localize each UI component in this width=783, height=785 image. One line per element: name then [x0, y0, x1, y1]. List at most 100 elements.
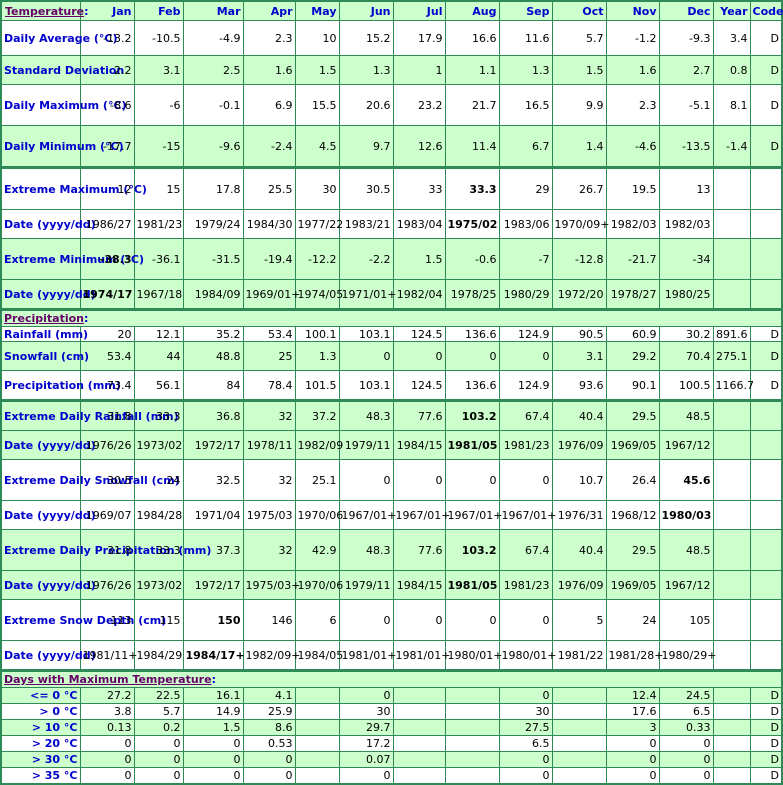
value-cell: -10.5 [133, 20, 184, 56]
value-cell: -34 [658, 238, 714, 280]
year-cell [712, 735, 751, 752]
value-cell: 33 [392, 166, 446, 210]
year-cell [712, 459, 751, 501]
value-cell: 23.2 [392, 84, 446, 126]
row-label: Standard Deviation [0, 55, 124, 85]
value-cell: -2.2 [338, 238, 394, 280]
value-cell: -9.6 [182, 125, 244, 168]
value-cell: 1 [392, 55, 446, 85]
year-cell [712, 430, 751, 460]
value-cell: 1982/04 [392, 279, 446, 310]
value-cell: 29 [498, 166, 553, 210]
value-cell: 0 [605, 767, 660, 785]
value-cell: 8.6 [242, 719, 296, 736]
value-cell: 1984/29 [133, 640, 184, 671]
value-cell: 1983/06 [498, 209, 553, 239]
value-cell [551, 767, 607, 785]
value-cell: 3.1 [551, 341, 607, 371]
row-label: Daily Average (°C) [0, 20, 118, 56]
year-cell [712, 209, 751, 239]
value-cell: 1.4 [551, 125, 607, 168]
value-cell: 124.9 [498, 326, 553, 342]
row-label: Date (yyyy/dd) [0, 279, 96, 310]
row-label: Extreme Minimum (°C) [0, 238, 144, 280]
value-cell: 1982/09+ [242, 640, 300, 671]
value-cell: 1980/25 [658, 279, 714, 310]
table-row: Date (yyyy/dd) 1986/27 1981/23 1979/24 1984/… [0, 209, 783, 239]
value-cell: 1981/11+ [79, 640, 137, 671]
value-cell: -12.2 [294, 238, 340, 280]
row-label: Date (yyyy/dd) [0, 209, 96, 239]
value-cell: 30 [338, 703, 394, 720]
value-cell: -15 [133, 125, 184, 168]
value-cell [294, 751, 340, 768]
value-cell: 25 [242, 341, 296, 371]
days-max-temp-section-link[interactable]: Days with Maximum Temperature [4, 673, 212, 686]
value-cell: 1982/03 [605, 209, 660, 239]
value-cell: 1.5 [294, 55, 340, 85]
value-cell: 22.5 [133, 687, 184, 704]
value-cell: 1.3 [498, 55, 553, 85]
value-cell: 16.6 [444, 20, 500, 56]
value-cell [392, 751, 446, 768]
value-cell [444, 703, 500, 720]
table-row: Date (yyyy/dd) 1974/17 1967/18 1984/09 1969/… [0, 279, 783, 310]
table-row: <= 0 °C 27.2 22.5 16.1 4.1 0 0 12.4 24.5 D [0, 687, 783, 704]
value-cell: 26.7 [551, 166, 607, 210]
value-cell: 103.1 [338, 326, 394, 342]
value-cell: -13.5 [658, 125, 714, 168]
value-cell: 1981/23 [498, 430, 553, 460]
value-cell: 0.53 [242, 735, 296, 752]
table-row: Extreme Daily Precipitation (mm)31.833.3… [0, 529, 783, 571]
value-cell: 136.6 [444, 326, 500, 342]
year-cell [712, 570, 751, 600]
value-cell: 0 [658, 767, 714, 785]
value-cell: 6.5 [658, 703, 714, 720]
value-cell: 17.9 [392, 20, 446, 56]
table-row: Extreme Daily Snowfall (cm)30.52432.5322… [0, 459, 783, 501]
value-cell: 1967/01+ [498, 500, 556, 530]
value-cell: 1979/11 [338, 570, 394, 600]
value-cell: 1974/17 [79, 279, 135, 310]
value-cell: 0 [392, 599, 446, 641]
value-cell: 1969/01+ [242, 279, 300, 310]
value-cell: 32 [242, 399, 296, 431]
year-cell: 8.1 [712, 84, 751, 126]
temperature-section: Daily Average (°C) -13.2 -10.5 -4.9 2.3 10 15.… [0, 20, 783, 310]
value-cell: 124.5 [392, 326, 446, 342]
days-section-header: Days with Maximum Temperature: [0, 669, 783, 688]
precipitation-section: Rainfall (mm) 20 12.1 35.2 53.4 100.1 103.1 124… [0, 326, 783, 671]
temperature-section-link[interactable]: Temperature [5, 5, 84, 18]
value-cell: -31.5 [182, 238, 244, 280]
value-cell: 1986/27 [79, 209, 135, 239]
value-cell: -0.6 [444, 238, 500, 280]
value-cell: 1984/15 [392, 570, 446, 600]
year-cell: -1.4 [712, 125, 751, 168]
col-jul: Jul [392, 0, 446, 21]
value-cell: 12.1 [133, 326, 184, 342]
table-row: Standard Deviation 2.2 3.1 2.5 1.6 1.5 1.3 1 1.1… [0, 55, 783, 85]
value-cell: 1.6 [605, 55, 660, 85]
value-cell: 17.2 [338, 735, 394, 752]
year-cell [712, 166, 751, 210]
value-cell: 0 [658, 735, 714, 752]
code-cell: D [749, 55, 783, 85]
value-cell [294, 735, 340, 752]
value-cell: 1976/26 [79, 430, 135, 460]
code-cell [749, 430, 783, 460]
value-cell [294, 703, 340, 720]
value-cell: 1969/05 [605, 430, 660, 460]
row-label: > 20 °C [0, 735, 81, 752]
value-cell: 0 [498, 751, 553, 768]
precipitation-section-link[interactable]: Precipitation [4, 312, 84, 325]
value-cell: 1.6 [242, 55, 296, 85]
value-cell: 6.5 [498, 735, 553, 752]
value-cell: 48.3 [338, 529, 394, 571]
value-cell: 0.33 [658, 719, 714, 736]
row-label: Snowfall (cm) [0, 341, 89, 371]
value-cell: 0 [182, 751, 244, 768]
code-cell: D [749, 125, 783, 168]
value-cell: 1980/01+ [498, 640, 556, 671]
value-cell: 0 [498, 767, 553, 785]
value-cell: 1981/05 [444, 570, 500, 600]
